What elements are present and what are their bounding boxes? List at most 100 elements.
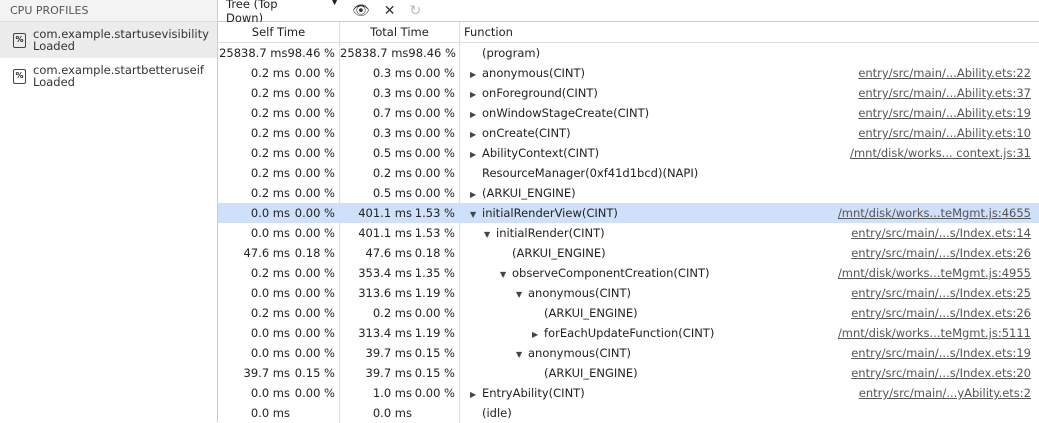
self-time-pct: 0.00 %	[294, 286, 335, 300]
table-row[interactable]: 0.2 ms 0.00 % 0.3 ms 0.00 % ▶ onCreate(CINT…	[218, 123, 1039, 143]
self-time-ms: 0.2 ms	[250, 126, 290, 140]
function-name: anonymous(CINT)	[528, 346, 632, 360]
self-time-ms: 0.0 ms	[250, 286, 290, 300]
table-row[interactable]: 25838.7 ms 98.46 % 25838.7 ms 98.46 % (pro…	[218, 43, 1039, 63]
profile-item[interactable]: % com.example.startusevisibility Loaded	[0, 22, 217, 58]
table-row[interactable]: 0.0 ms 0.00 % 401.1 ms 1.53 % ▼ initialRend…	[218, 203, 1039, 223]
table-row[interactable]: 0.2 ms 0.00 % 0.5 ms 0.00 % ▶ AbilityContex…	[218, 143, 1039, 163]
table-row[interactable]: 0.0 ms 0.00 % 401.1 ms 1.53 % ▼ initialRend…	[218, 223, 1039, 243]
self-time-pct: 0.00 %	[294, 106, 335, 120]
collapsed-triangle-icon[interactable]: ▶	[470, 105, 482, 125]
total-time-pct: 1.19 %	[414, 326, 455, 340]
function-name: (ARKUI_ENGINE)	[544, 306, 638, 320]
table-row[interactable]: 0.2 ms 0.00 % 353.4 ms 1.35 % ▼ observeComp…	[218, 263, 1039, 283]
expanded-triangle-icon[interactable]: ▼	[484, 225, 496, 245]
function-name: (ARKUI_ENGINE)	[512, 246, 606, 260]
self-time-pct: 0.00 %	[294, 126, 335, 140]
self-time-ms: 0.2 ms	[250, 106, 290, 120]
source-link[interactable]: entry/src/main/...Ability.ets:19	[858, 103, 1031, 123]
function-name: onWindowStageCreate(CINT)	[482, 106, 650, 120]
table-row[interactable]: 0.2 ms 0.00 % 0.3 ms 0.00 % ▶ onForeground(…	[218, 83, 1039, 103]
collapsed-triangle-icon[interactable]: ▶	[470, 85, 482, 105]
table-row[interactable]: 0.0 ms 0.0 ms (idle)	[218, 403, 1039, 423]
total-time-ms: 0.3 ms	[372, 126, 412, 140]
collapsed-triangle-icon[interactable]: ▶	[470, 65, 482, 85]
expanded-triangle-icon[interactable]: ▼	[516, 345, 528, 365]
source-link[interactable]: entry/src/main/...s/Index.ets:25	[851, 283, 1031, 303]
total-time-pct: 1.53 %	[414, 206, 455, 220]
view-select[interactable]: Tree (Top Down) ▼	[218, 0, 338, 25]
table-row[interactable]: 47.6 ms 0.18 % 47.6 ms 0.18 % (ARKUI_ENGIN…	[218, 243, 1039, 263]
source-link[interactable]: /mnt/disk/works...teMgmt.js:5111	[838, 323, 1031, 343]
source-link[interactable]: entry/src/main/...s/Index.ets:26	[851, 303, 1031, 323]
table-row[interactable]: 0.2 ms 0.00 % 0.2 ms 0.00 % ResourceManage…	[218, 163, 1039, 183]
profile-tree-grid: Self Time Total Time Function 25838.7 ms…	[218, 22, 1039, 423]
function-name: forEachUpdateFunction(CINT)	[544, 326, 715, 340]
expanded-triangle-icon[interactable]: ▼	[516, 285, 528, 305]
function-name: observeComponentCreation(CINT)	[512, 266, 710, 280]
self-time-pct: 0.00 %	[294, 346, 335, 360]
eye-icon[interactable]: 👁	[352, 3, 370, 19]
refresh-icon[interactable]: ↻	[410, 3, 422, 19]
table-row[interactable]: 0.2 ms 0.00 % 0.3 ms 0.00 % ▶ anonymous(CIN…	[218, 63, 1039, 83]
view-select-value: Tree (Top Down)	[226, 0, 278, 25]
source-link[interactable]: /mnt/disk/works... context.js:31	[850, 143, 1031, 163]
self-time-pct: 0.00 %	[294, 166, 335, 180]
self-time-pct: 0.00 %	[294, 266, 335, 280]
function-name: onCreate(CINT)	[482, 126, 571, 140]
total-time-ms: 39.7 ms	[365, 366, 412, 380]
total-time-ms: 25838.7 ms	[340, 46, 409, 60]
total-time-ms: 401.1 ms	[358, 226, 412, 240]
source-link[interactable]: entry/src/main/...Ability.ets:10	[858, 123, 1031, 143]
source-link[interactable]: entry/src/main/...s/Index.ets:19	[851, 343, 1031, 363]
table-row[interactable]: 0.2 ms 0.00 % 0.2 ms 0.00 % (ARKUI_ENGINE)…	[218, 303, 1039, 323]
collapsed-triangle-icon[interactable]: ▶	[470, 145, 482, 165]
source-link[interactable]: /mnt/disk/works...teMgmt.js:4955	[838, 263, 1031, 283]
source-link[interactable]: entry/src/main/...s/Index.ets:20	[851, 363, 1031, 383]
source-link[interactable]: /mnt/disk/works...teMgmt.js:4655	[838, 203, 1031, 223]
table-row[interactable]: 0.0 ms 0.00 % 1.0 ms 0.00 % ▶ EntryAbility(…	[218, 383, 1039, 403]
collapsed-triangle-icon[interactable]: ▶	[470, 185, 482, 205]
total-time-pct: 0.00 %	[414, 66, 455, 80]
source-link[interactable]: entry/src/main/...s/Index.ets:14	[851, 223, 1031, 243]
function-name: anonymous(CINT)	[528, 286, 632, 300]
total-time-ms: 0.7 ms	[372, 106, 412, 120]
expanded-triangle-icon[interactable]: ▼	[470, 205, 482, 225]
total-time-ms: 0.2 ms	[372, 306, 412, 320]
profile-file-icon: %	[13, 68, 26, 84]
self-time-ms: 0.0 ms	[250, 226, 290, 240]
total-time-ms: 0.3 ms	[372, 66, 412, 80]
table-row[interactable]: 0.0 ms 0.00 % 313.4 ms 1.19 % ▶ forEachUpda…	[218, 323, 1039, 343]
column-self-time[interactable]: Self Time	[218, 22, 340, 42]
source-link[interactable]: entry/src/main/...Ability.ets:22	[858, 63, 1031, 83]
sidebar: CPU PROFILES % com.example.startusevisibi…	[0, 0, 218, 422]
total-time-ms: 0.3 ms	[372, 86, 412, 100]
close-icon[interactable]: ✕	[384, 3, 396, 19]
column-total-time[interactable]: Total Time	[340, 22, 460, 42]
self-time-pct: 0.15 %	[294, 366, 335, 380]
total-time-ms: 0.5 ms	[372, 146, 412, 160]
self-time-ms: 0.2 ms	[250, 306, 290, 320]
function-name: initialRender(CINT)	[496, 226, 605, 240]
table-row[interactable]: 0.0 ms 0.00 % 39.7 ms 0.15 % ▼ anonymous(CI…	[218, 343, 1039, 363]
self-time-ms: 47.6 ms	[243, 246, 290, 260]
total-time-pct: 0.00 %	[414, 146, 455, 160]
table-row[interactable]: 0.2 ms 0.00 % 0.5 ms 0.00 % ▶ (ARKUI_ENGINE…	[218, 183, 1039, 203]
collapsed-triangle-icon[interactable]: ▶	[470, 125, 482, 145]
source-link[interactable]: entry/src/main/...Ability.ets:37	[858, 83, 1031, 103]
collapsed-triangle-icon[interactable]: ▶	[470, 385, 482, 405]
function-name: (program)	[482, 46, 541, 60]
collapsed-triangle-icon[interactable]: ▶	[532, 325, 544, 345]
total-time-pct: 0.15 %	[414, 346, 455, 360]
expanded-triangle-icon[interactable]: ▼	[500, 265, 512, 285]
table-row[interactable]: 0.2 ms 0.00 % 0.7 ms 0.00 % ▶ onWindowStage…	[218, 103, 1039, 123]
source-link[interactable]: entry/src/main/...s/Index.ets:26	[851, 243, 1031, 263]
column-function[interactable]: Function	[460, 22, 1039, 42]
function-name: (ARKUI_ENGINE)	[482, 186, 576, 200]
self-time-ms: 0.0 ms	[250, 326, 290, 340]
table-row[interactable]: 0.0 ms 0.00 % 313.6 ms 1.19 % ▼ anonymous(C…	[218, 283, 1039, 303]
source-link[interactable]: entry/src/main/...yAbility.ets:2	[859, 383, 1031, 403]
self-time-ms: 0.0 ms	[250, 406, 290, 420]
table-row[interactable]: 39.7 ms 0.15 % 39.7 ms 0.15 % (ARKUI_ENGIN…	[218, 363, 1039, 383]
profile-item[interactable]: % com.example.startbetteruseif Loaded	[0, 58, 217, 94]
